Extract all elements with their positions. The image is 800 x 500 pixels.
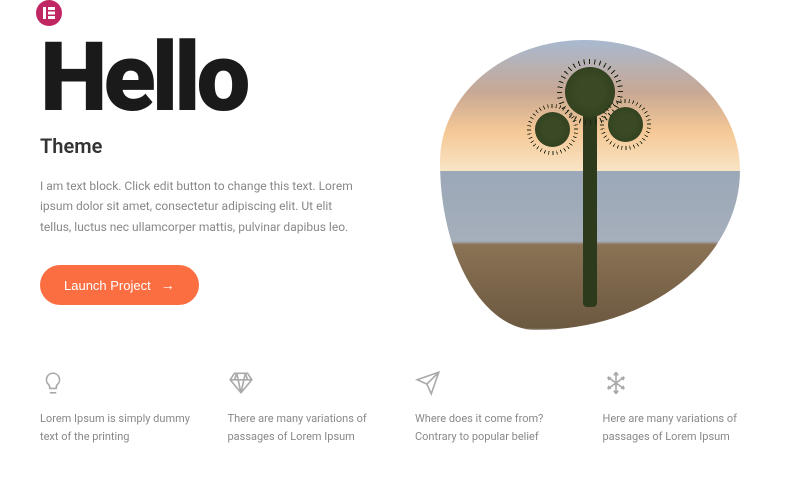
feature-item: Here are many variations of passages of … bbox=[603, 370, 761, 445]
arrow-right-icon: → bbox=[161, 277, 175, 293]
cta-label: Launch Project bbox=[64, 278, 151, 293]
lightbulb-icon bbox=[40, 370, 198, 398]
feature-text: Here are many variations of passages of … bbox=[603, 410, 761, 445]
feature-item: Where does it come from? Contrary to pop… bbox=[415, 370, 573, 445]
feature-item: Lorem Ipsum is simply dummy text of the … bbox=[40, 370, 198, 445]
feature-text: There are many variations of passages of… bbox=[228, 410, 386, 445]
feature-text: Lorem Ipsum is simply dummy text of the … bbox=[40, 410, 198, 445]
hero-subtitle: Theme bbox=[40, 134, 380, 158]
launch-project-button[interactable]: Launch Project → bbox=[40, 265, 199, 305]
snowflake-icon bbox=[603, 370, 761, 398]
paper-plane-icon bbox=[415, 370, 573, 398]
hero-image bbox=[440, 40, 740, 330]
feature-item: There are many variations of passages of… bbox=[228, 370, 386, 445]
hero-title: Hello bbox=[40, 30, 380, 126]
features-row: Lorem Ipsum is simply dummy text of the … bbox=[0, 350, 800, 465]
diamond-icon bbox=[228, 370, 386, 398]
brand-logo[interactable] bbox=[36, 0, 62, 26]
feature-text: Where does it come from? Contrary to pop… bbox=[415, 410, 573, 445]
hero-body-text: I am text block. Click edit button to ch… bbox=[40, 176, 360, 237]
